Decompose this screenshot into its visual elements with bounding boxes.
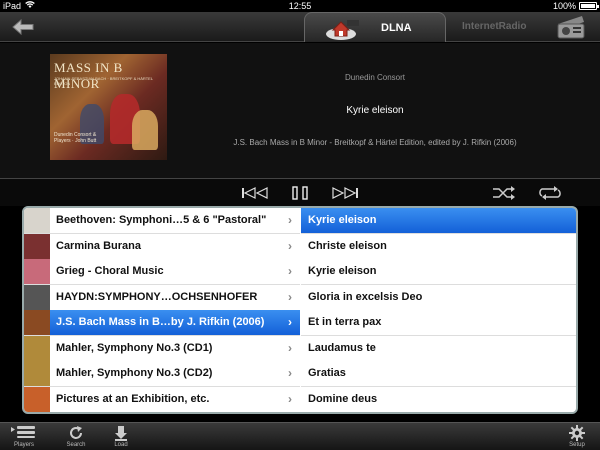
players-button[interactable]: Players bbox=[4, 423, 44, 450]
top-bar: DLNA InternetRadio bbox=[0, 12, 600, 42]
chevron-right-icon: › bbox=[288, 366, 292, 380]
album-label: HAYDN:SYMPHONY…OCHSENHOFER bbox=[56, 290, 258, 303]
now-playing-panel: MASS IN B MINOR JOHANN SEBASTIAN BACH · … bbox=[0, 43, 600, 178]
track-label: Et in terra pax bbox=[308, 316, 382, 328]
track-label: Domine deus bbox=[308, 392, 378, 405]
cover-performer: Dunedin Consort & Players · John Butt bbox=[54, 132, 97, 144]
track-label: Gloria in excelsis Deo bbox=[308, 290, 423, 303]
chevron-right-icon: › bbox=[288, 264, 292, 278]
album-row[interactable]: J.S. Bach Mass in B…by J. Rifkin (2006) › bbox=[24, 310, 300, 336]
browser-lists: Beethoven: Symphoni…5 & 6 "Pastoral" › Car… bbox=[22, 206, 578, 414]
back-button[interactable] bbox=[10, 16, 36, 38]
next-icon bbox=[332, 187, 358, 199]
cover-subtitle: JOHANN SEBASTIAN BACH · BREITKOPF & HÄRT… bbox=[54, 76, 153, 86]
track-row[interactable]: Gloria in excelsis Deo bbox=[301, 284, 576, 311]
track-row[interactable]: Kyrie eleison bbox=[301, 259, 576, 285]
album-thumbnail bbox=[24, 335, 50, 361]
track-album: J.S. Bach Mass in B Minor - Breitkopf & … bbox=[233, 138, 517, 147]
tab-internet-radio[interactable]: InternetRadio bbox=[448, 12, 590, 42]
album-thumbnail bbox=[24, 386, 50, 412]
album-thumbnail bbox=[24, 284, 50, 310]
gear-icon bbox=[557, 425, 597, 441]
album-row[interactable]: Beethoven: Symphoni…5 & 6 "Pastoral" › bbox=[24, 208, 300, 234]
album-thumbnail bbox=[24, 310, 50, 335]
track-row[interactable]: Christe eleison bbox=[301, 233, 576, 260]
album-label: Mahler, Symphony No.3 (CD2) bbox=[56, 367, 213, 379]
search-button[interactable]: Search bbox=[56, 423, 96, 450]
clock: 12:55 bbox=[288, 1, 312, 11]
album-label: Mahler, Symphony No.3 (CD1) bbox=[56, 341, 213, 354]
chevron-right-icon: › bbox=[288, 289, 292, 304]
load-label: Load bbox=[114, 442, 128, 448]
track-label: Gratias bbox=[308, 367, 346, 379]
setup-button[interactable]: Setup bbox=[557, 423, 597, 450]
track-list: Kyrie eleison Christe eleison Kyrie eleiso… bbox=[301, 208, 576, 412]
album-row[interactable]: HAYDN:SYMPHONY…OCHSENHOFER › bbox=[24, 284, 300, 311]
next-button[interactable] bbox=[330, 185, 360, 201]
track-row[interactable]: Et in terra pax bbox=[301, 310, 576, 336]
track-row[interactable]: Gratias bbox=[301, 361, 576, 387]
tab-dlna[interactable]: DLNA bbox=[304, 12, 446, 42]
track-row[interactable]: Kyrie eleison bbox=[301, 208, 576, 234]
album-label: Pictures at an Exhibition, etc. bbox=[56, 392, 210, 405]
track-title: Kyrie eleison bbox=[346, 105, 404, 116]
track-row[interactable]: Laudamus te bbox=[301, 335, 576, 362]
track-label: Christe eleison bbox=[308, 239, 387, 252]
album-thumbnail bbox=[24, 361, 50, 386]
album-row[interactable]: Mahler, Symphony No.3 (CD2) › bbox=[24, 361, 300, 387]
track-artist: Dunedin Consort bbox=[344, 73, 406, 82]
chevron-right-icon: › bbox=[288, 213, 292, 227]
status-bar: iPad 12:55 100% bbox=[0, 0, 600, 12]
players-label: Players bbox=[13, 442, 34, 448]
repeat-icon bbox=[539, 186, 561, 200]
battery-percent: 100% bbox=[552, 1, 576, 11]
load-button[interactable]: Load bbox=[101, 423, 141, 450]
chevron-right-icon: › bbox=[288, 340, 292, 355]
album-list: Beethoven: Symphoni…5 & 6 "Pastoral" › Car… bbox=[24, 208, 300, 412]
battery-icon bbox=[579, 2, 599, 10]
album-label: J.S. Bach Mass in B…by J. Rifkin (2006) bbox=[56, 316, 265, 328]
repeat-button[interactable] bbox=[536, 185, 564, 201]
shuffle-icon bbox=[493, 186, 515, 200]
tab-internet-radio-label: InternetRadio bbox=[462, 21, 527, 32]
radio-icon bbox=[554, 14, 588, 45]
search-label: Search bbox=[66, 442, 86, 448]
chevron-right-icon: › bbox=[288, 315, 292, 329]
bottom-toolbar: Players Search Load Setup bbox=[0, 422, 600, 450]
track-label: Kyrie eleison bbox=[308, 214, 377, 226]
album-thumbnail bbox=[24, 208, 50, 233]
shuffle-button[interactable] bbox=[490, 185, 518, 201]
album-row[interactable]: Mahler, Symphony No.3 (CD1) › bbox=[24, 335, 300, 362]
previous-icon bbox=[242, 187, 268, 199]
album-cover: MASS IN B MINOR JOHANN SEBASTIAN BACH · … bbox=[50, 54, 167, 160]
album-thumbnail bbox=[24, 233, 50, 259]
album-label: Grieg - Choral Music bbox=[56, 265, 164, 277]
album-label: Beethoven: Symphoni…5 & 6 "Pastoral" bbox=[56, 214, 267, 226]
tab-dlna-label: DLNA bbox=[381, 22, 412, 34]
track-row[interactable]: Domine deus bbox=[301, 386, 576, 412]
refresh-icon bbox=[56, 425, 96, 441]
track-label: Laudamus te bbox=[308, 341, 376, 354]
players-icon bbox=[4, 425, 44, 439]
album-row[interactable]: Grieg - Choral Music › bbox=[24, 259, 300, 285]
chevron-right-icon: › bbox=[288, 238, 292, 253]
album-row[interactable]: Pictures at an Exhibition, etc. › bbox=[24, 386, 300, 412]
pause-icon bbox=[292, 186, 308, 200]
transport-controls bbox=[0, 178, 600, 206]
chevron-right-icon: › bbox=[288, 391, 292, 406]
setup-label: Setup bbox=[569, 442, 585, 448]
back-arrow-icon bbox=[12, 19, 34, 35]
album-label: Carmina Burana bbox=[56, 239, 141, 252]
download-icon bbox=[101, 425, 141, 441]
previous-button[interactable] bbox=[240, 185, 270, 201]
album-row[interactable]: Carmina Burana › bbox=[24, 233, 300, 260]
album-thumbnail bbox=[24, 259, 50, 284]
track-label: Kyrie eleison bbox=[308, 265, 377, 277]
pause-button[interactable] bbox=[288, 185, 312, 201]
